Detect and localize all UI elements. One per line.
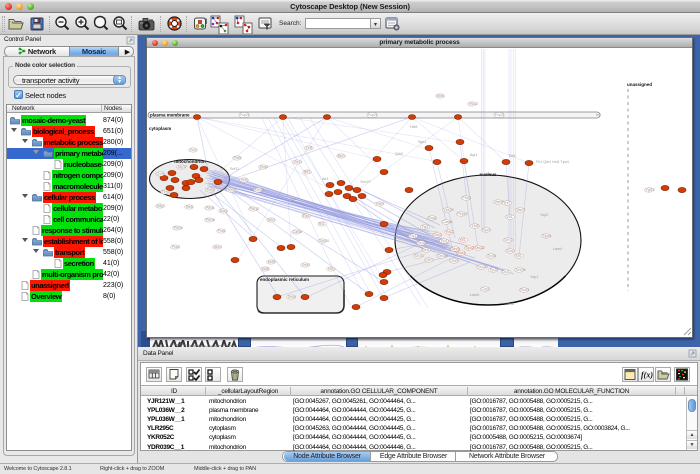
svg-text:Vam3: Vam3 [494,200,503,204]
svg-text:Dtr1: Dtr1 [509,154,516,158]
svg-text:Sgm1: Sgm1 [542,234,551,238]
svg-text:Sec18: Sec18 [437,254,447,258]
svg-text:Sec20: Sec20 [477,265,487,269]
svg-text:Itr1: Itr1 [596,113,601,117]
svg-text:Aus1: Aus1 [220,209,228,213]
svg-text:Gcn20: Gcn20 [319,239,330,243]
svg-text:Ufe1: Ufe1 [425,258,433,262]
svg-text:Kre30: Kre30 [255,188,265,192]
svg-text:Sft1: Sft1 [515,254,521,258]
svg-text:Sge1: Sge1 [418,140,426,144]
svg-text:Hxt5: Hxt5 [410,125,417,129]
svg-text:Grh1: Grh1 [504,238,512,242]
svg-text:Vam7: Vam7 [516,208,525,212]
svg-text:Pdr12: Pdr12 [250,207,260,211]
svg-text:Lam4: Lam4 [553,247,562,251]
svg-text:Snq2: Snq2 [260,165,268,169]
svg-text:Ste6: Ste6 [186,205,193,209]
svg-text:cytoplasm: cytoplasm [149,126,171,131]
svg-text:plasma membrane: plasma membrane [150,113,190,118]
svg-text:Elp1: Elp1 [303,214,310,218]
svg-text:mitochondrion: mitochondrion [174,159,206,164]
svg-text:Yif1: Yif1 [459,238,465,242]
svg-text:Sec6: Sec6 [288,295,296,299]
svg-text:Yol07: Yol07 [376,202,385,206]
svg-text:Yip1: Yip1 [440,239,447,243]
svg-text:Use1: Use1 [450,259,458,263]
svg-text:Dsl1: Dsl1 [502,270,509,274]
svg-text:Sec17: Sec17 [414,254,424,258]
svg-text:Pxa2: Pxa2 [172,245,180,249]
svg-text:Nyv1: Nyv1 [482,228,490,232]
svg-text:Sec39: Sec39 [515,268,525,272]
svg-text:Pdr15: Pdr15 [206,218,216,222]
svg-text:Pho8: Pho8 [462,196,470,200]
svg-text:Rud3: Rud3 [520,288,529,292]
svg-text:Mdl1: Mdl1 [268,260,276,264]
svg-text:Yta12: Yta12 [469,102,478,106]
svg-text:Atr1: Atr1 [322,177,329,181]
svg-text:Mdl2: Mdl2 [262,267,270,271]
svg-text:Ybt1: Ybt1 [328,267,335,271]
svg-text:Bos1: Bos1 [457,251,465,255]
svg-text:Ycf1: Ycf1 [306,146,313,150]
svg-text:Tip20: Tip20 [489,268,498,272]
svg-text:Tpo1: Tpo1 [290,197,298,201]
svg-text:Vti1: Vti1 [506,215,512,219]
svg-text:Sso2: Sso2 [417,241,425,245]
svg-text:Pdr5: Pdr5 [234,156,242,160]
svg-text:Tim9: Tim9 [162,190,170,194]
svg-text:Sec22: Sec22 [474,246,484,250]
svg-text:Snc2: Snc2 [433,233,441,237]
svg-text:Yos1: Yos1 [445,230,453,234]
svg-text:Vmr1: Vmr1 [294,160,303,164]
svg-text:Vps33: Vps33 [443,208,453,212]
svg-text:Bet1: Bet1 [422,248,429,252]
svg-text:Sly1: Sly1 [409,234,416,238]
svg-text:Aqr1: Aqr1 [470,153,478,157]
svg-text:Rli1: Rli1 [319,222,325,226]
svg-text:Hef3: Hef3 [228,188,236,192]
svg-text:Qcr9: Qcr9 [157,172,165,176]
svg-text:Nft1: Nft1 [304,170,311,174]
svg-text:Fcy21: Fcy21 [495,113,505,117]
svg-text:Fcy21: Fcy21 [240,113,250,117]
svg-text:Ymr27: Ymr27 [360,180,371,184]
svg-text:Snf11: Snf11 [230,167,239,171]
svg-text:Atp17: Atp17 [178,165,187,169]
svg-text:unassigned: unassigned [627,82,652,87]
svg-text:Ysp2: Ysp2 [540,213,548,217]
svg-text:Pdr10: Pdr10 [174,226,184,230]
svg-text:Mdr1: Mdr1 [437,94,445,98]
svg-text:Pxa1: Pxa1 [218,229,226,233]
svg-text:Flr1 Qdr1 Hol1 Tpo4: Flr1 Qdr1 Hol1 Tpo4 [536,160,569,164]
svg-text:Ypt7: Ypt7 [503,201,510,205]
svg-text:Coy1: Coy1 [481,287,489,291]
svg-text:Yef3: Yef3 [241,178,248,182]
svg-text:Lam6: Lam6 [505,302,514,306]
svg-text:Tlg2: Tlg2 [421,225,428,229]
svg-text:Sed5: Sed5 [487,254,495,258]
svg-text:Atm1: Atm1 [214,245,222,249]
svg-text:Lam5: Lam5 [470,293,479,297]
svg-text:Ysp1: Ysp1 [530,275,538,279]
svg-text:Sdh4: Sdh4 [207,188,215,192]
svg-text:f(x): f(x) [641,371,653,380]
svg-text:Caf16: Caf16 [293,230,303,234]
svg-text:Vmr2: Vmr2 [302,263,311,267]
svg-text:Gos1: Gos1 [506,249,515,253]
svg-text:Yor1: Yor1 [190,148,197,152]
svg-text:Bpt1: Bpt1 [338,154,345,158]
svg-text:Arb1: Arb1 [268,218,276,222]
svg-text:Ygl10: Ygl10 [646,188,655,192]
svg-text:Pep12: Pep12 [457,212,467,216]
svg-text:Fcy21: Fcy21 [368,113,378,117]
svg-text:Cass4: Cass4 [442,220,452,224]
svg-text:Bug1: Bug1 [428,216,436,220]
svg-text:Ykt6: Ykt6 [471,224,478,228]
svg-text:Qdr2: Qdr2 [395,152,403,156]
svg-text:Adp1: Adp1 [157,204,165,208]
svg-text:nucleus: nucleus [479,172,497,177]
svg-text:Pdr11: Pdr11 [206,206,215,210]
